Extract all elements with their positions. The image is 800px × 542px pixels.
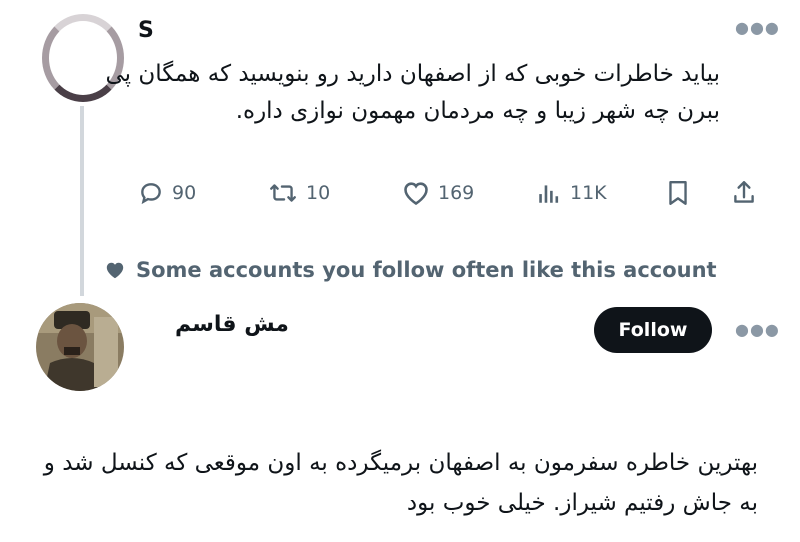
reply-button[interactable]: 90 [138,178,196,208]
bookmark-icon [669,181,687,205]
views-button[interactable]: 11K [536,178,607,208]
author-name[interactable]: S [138,18,154,43]
author-name[interactable]: مش قاسم [175,312,289,337]
reply-icon [141,183,161,205]
heart-icon [404,182,428,206]
retweet-button[interactable]: 10 [268,178,330,208]
retweet-icon [270,184,296,202]
like-count: 169 [438,182,475,204]
more-options-icon[interactable]: ●●● [735,18,780,37]
like-button[interactable]: 169 [402,178,474,208]
share-button[interactable] [731,178,757,208]
bookmark-button[interactable] [665,178,691,208]
views-icon [539,185,559,203]
reply-count: 90 [172,182,197,204]
tweet-text: بهترین خاطره سفرمون به اصفهان برمیگرده ب… [43,450,758,516]
more-options-icon[interactable]: ●●● [735,320,780,339]
tweet-text: بیاید خاطرات خوبی که از اصفهان دارید رو … [105,61,720,124]
retweet-count: 10 [306,182,331,204]
views-count: 11K [570,182,607,204]
share-icon [734,181,754,203]
social-context-text: Some accounts you follow often like this… [136,258,717,282]
thread-line [80,106,84,296]
follow-button[interactable]: Follow [594,307,712,353]
heart-icon [106,262,124,279]
social-context: Some accounts you follow often like this… [104,258,717,282]
avatar[interactable] [36,303,124,391]
